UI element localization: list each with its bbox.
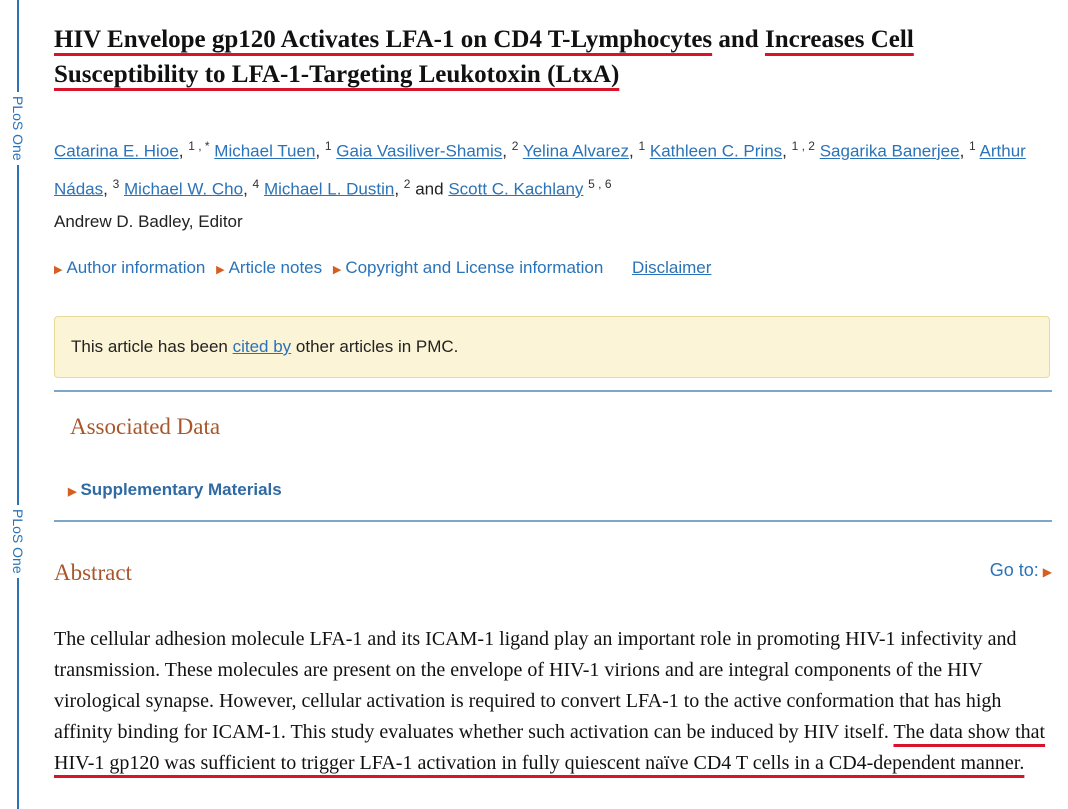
abstract-heading: Abstract: [54, 560, 132, 585]
author-information-label: Author information: [66, 258, 206, 277]
author-list: Catarina E. Hioe, 1 , * Michael Tuen, 1 …: [54, 139, 1026, 199]
article-title: HIV Envelope gp120 Activates LFA-1 on CD…: [54, 22, 1054, 92]
author-affil[interactable]: 1: [325, 139, 332, 153]
author-affil[interactable]: 1 , 2: [792, 139, 815, 153]
title-part-2: and: [712, 26, 765, 53]
author-link[interactable]: Michael W. Cho: [124, 179, 243, 198]
author-affil[interactable]: 5 , 6: [588, 177, 611, 191]
copyright-label: Copyright and License information: [345, 258, 604, 277]
associated-data-heading: Associated Data: [70, 414, 221, 439]
author-affil[interactable]: 1: [969, 139, 976, 153]
goto-label: Go to:: [989, 560, 1039, 580]
author-affil[interactable]: 2: [404, 177, 411, 191]
author-link[interactable]: Michael L. Dustin: [264, 179, 394, 198]
abstract-text: The cellular adhesion molecule LFA-1 and…: [54, 624, 1052, 779]
goto-menu[interactable]: Go to: ▶: [990, 560, 1052, 581]
author-affil[interactable]: 4: [253, 177, 260, 191]
abstract-body: The cellular adhesion molecule LFA-1 and…: [54, 628, 1017, 743]
disclaimer-link[interactable]: Disclaimer: [632, 258, 711, 277]
article-content: HIV Envelope gp120 Activates LFA-1 on CD…: [54, 22, 1054, 774]
editor-line: Andrew D. Badley, Editor: [54, 212, 243, 231]
triangle-right-icon: ▶: [68, 486, 77, 498]
triangle-right-icon: ▶: [54, 264, 63, 276]
article-notes-toggle[interactable]: ▶ Article notes: [216, 258, 322, 277]
notice-suffix: other articles in PMC.: [291, 337, 459, 356]
article-notes-label: Article notes: [228, 258, 323, 277]
supplementary-materials-label: Supplementary Materials: [80, 480, 282, 499]
cited-by-notice: This article has been cited by other art…: [54, 316, 1050, 378]
title-part-4: Susceptibility to LFA-1-Targeting Leukot…: [54, 61, 620, 88]
triangle-right-icon: ▶: [1042, 565, 1052, 579]
author-link[interactable]: Yelina Alvarez: [523, 142, 629, 161]
copyright-toggle[interactable]: ▶ Copyright and License information: [333, 258, 603, 277]
author-link[interactable]: Sagarika Banerjee: [820, 142, 960, 161]
notice-prefix: This article has been: [71, 337, 233, 356]
journal-label-bottom[interactable]: PLoS One: [8, 505, 28, 578]
author-affil[interactable]: 2: [512, 139, 519, 153]
title-part-3: Increases Cell: [764, 26, 914, 53]
triangle-right-icon: ▶: [332, 264, 342, 276]
author-link[interactable]: Scott C. Kachlany: [448, 179, 583, 198]
section-divider: [54, 390, 1052, 392]
authors-and: and: [415, 179, 444, 199]
title-part-1: HIV Envelope gp120 Activates LFA-1 on CD…: [54, 26, 713, 53]
supplementary-materials-toggle[interactable]: ▶ Supplementary Materials: [68, 480, 282, 500]
author-affil[interactable]: 1: [638, 139, 645, 153]
author-link[interactable]: Gaia Vasiliver-Shamis: [336, 142, 502, 161]
author-link[interactable]: Kathleen C. Prins: [650, 142, 782, 161]
author-link[interactable]: Michael Tuen: [214, 142, 315, 161]
article-links: ▶ Author information ▶ Article notes ▶ Copy…: [54, 258, 711, 278]
author-affil[interactable]: 3: [113, 177, 120, 191]
author-link[interactable]: Catarina E. Hioe: [54, 142, 179, 161]
triangle-right-icon: ▶: [216, 264, 225, 276]
author-information-toggle[interactable]: ▶ Author information: [54, 258, 205, 277]
journal-label-top[interactable]: PLoS One: [8, 92, 28, 165]
section-divider: [54, 520, 1052, 522]
cited-by-link[interactable]: cited by: [233, 337, 292, 356]
author-affil[interactable]: 1 , *: [188, 139, 209, 153]
